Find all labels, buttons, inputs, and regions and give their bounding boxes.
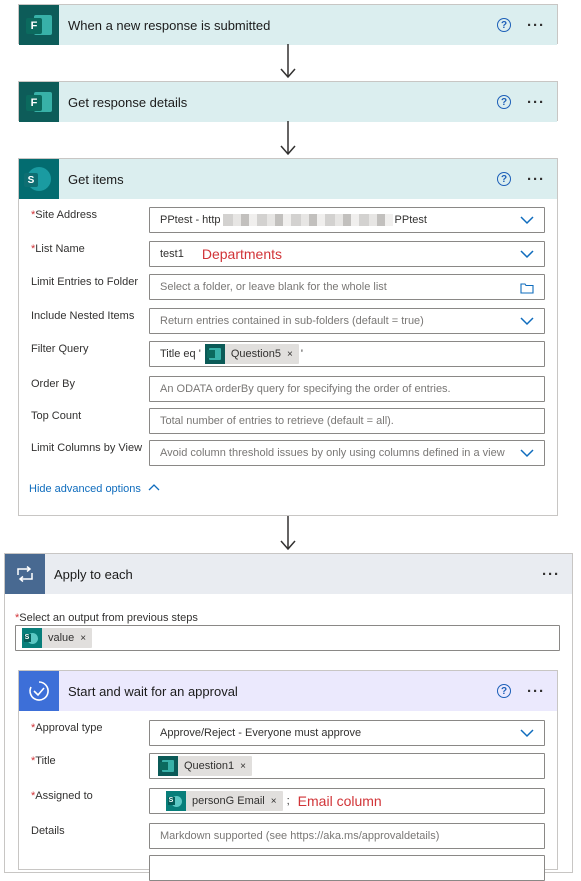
help-icon[interactable]: ? [497, 684, 511, 698]
assigned-to-label: *Assigned to [31, 790, 93, 802]
top-count-row: Top Count Total number of entries to ret… [19, 408, 557, 434]
limit-folder-row: Limit Entries to Folder Select a folder,… [19, 274, 557, 300]
trigger-title: When a new response is submitted [68, 17, 271, 33]
departments-annotation: Departments [201, 246, 283, 262]
assigned-to-field[interactable]: personG Email × ; Email column [149, 788, 545, 814]
more-options-button[interactable]: ··· [525, 171, 547, 188]
details-label: Details [31, 825, 65, 837]
details-row: Details Markdown supported (see https://… [19, 823, 557, 849]
more-options-button[interactable]: ··· [525, 17, 547, 34]
arrow-down-icon [280, 44, 296, 79]
chevron-up-icon [148, 484, 160, 491]
limit-view-row: Limit Columns by View Avoid column thres… [19, 440, 557, 466]
remove-token-icon[interactable]: × [80, 633, 86, 644]
filter-query-label: Filter Query [31, 343, 89, 355]
more-options-button[interactable]: ··· [540, 566, 562, 583]
approval-icon [19, 671, 59, 711]
list-name-row: *List Name test1 Departments [19, 241, 557, 267]
trigger-header[interactable]: F When a new response is submitted ? ··· [19, 5, 557, 45]
help-icon[interactable]: ? [497, 18, 511, 32]
question5-token[interactable]: Question5 × [204, 344, 299, 364]
trigger-card: F When a new response is submitted ? ··· [18, 4, 558, 45]
chevron-down-icon [520, 216, 534, 225]
list-name-label: *List Name [31, 243, 85, 255]
help-icon[interactable]: ? [497, 95, 511, 109]
list-name-dropdown[interactable]: test1 Departments [149, 241, 545, 267]
get-items-title: Get items [68, 171, 124, 187]
sharepoint-icon [166, 791, 186, 811]
apply-to-each-title: Apply to each [54, 566, 133, 582]
loop-icon [5, 554, 45, 594]
redacted-url [222, 214, 393, 226]
forms-icon: F [19, 82, 59, 122]
response-details-header[interactable]: F Get response details ? ··· [19, 82, 557, 122]
order-by-row: Order By An ODATA orderBy query for spec… [19, 376, 557, 402]
email-column-annotation: Email column [297, 793, 382, 809]
nested-items-label: Include Nested Items [31, 310, 135, 322]
approval-title-row: *Title Question1 × [19, 753, 557, 779]
approval-header[interactable]: Start and wait for an approval ? ··· [19, 671, 557, 711]
get-items-card: S Get items ? ··· *Site Address PPtest -… [18, 158, 558, 516]
arrow-down-icon [280, 121, 296, 156]
arrow-down-icon [280, 516, 296, 551]
filter-query-row: Filter Query Title eq ' Question5 × ' [19, 341, 557, 367]
chevron-down-icon [520, 317, 534, 326]
remove-token-icon[interactable]: × [287, 349, 293, 360]
hide-advanced-options-link[interactable]: Hide advanced options [29, 483, 160, 495]
approval-type-label: *Approval type [31, 722, 103, 734]
sharepoint-icon [22, 628, 42, 648]
order-by-label: Order By [31, 378, 76, 390]
approval-type-row: *Approval type Approve/Reject - Everyone… [19, 720, 557, 746]
select-output-field[interactable]: value × [15, 625, 560, 651]
chevron-down-icon [520, 729, 534, 738]
chevron-down-icon [520, 250, 534, 259]
limit-folder-field[interactable]: Select a folder, or leave blank for the … [149, 274, 545, 300]
approval-title-label: *Title [31, 755, 56, 767]
response-details-card: F Get response details ? ··· [18, 81, 558, 122]
get-items-header[interactable]: S Get items ? ··· [19, 159, 557, 199]
more-options-button[interactable]: ··· [525, 94, 547, 111]
more-options-button[interactable]: ··· [525, 683, 547, 700]
approval-card: Start and wait for an approval ? ··· *Ap… [18, 670, 558, 881]
apply-to-each-header[interactable]: Apply to each ··· [5, 554, 572, 594]
response-details-title: Get response details [68, 94, 188, 110]
filter-query-field[interactable]: Title eq ' Question5 × ' [149, 341, 545, 367]
top-count-field[interactable]: Total number of entries to retrieve (def… [149, 408, 545, 434]
nested-items-row: Include Nested Items Return entries cont… [19, 308, 557, 334]
approval-type-dropdown[interactable]: Approve/Reject - Everyone must approve [149, 720, 545, 746]
approval-title-field[interactable]: Question1 × [149, 753, 545, 779]
select-output-label: *Select an output from previous steps [15, 612, 198, 624]
value-token[interactable]: value × [22, 628, 93, 648]
forms-icon: F [19, 5, 59, 45]
limit-folder-label: Limit Entries to Folder [31, 276, 138, 288]
folder-icon[interactable] [520, 282, 534, 294]
remove-token-icon[interactable]: × [271, 796, 277, 807]
details-field[interactable]: Markdown supported (see https://aka.ms/a… [149, 823, 545, 849]
forms-icon [204, 344, 225, 364]
top-count-label: Top Count [31, 410, 82, 422]
limit-view-dropdown[interactable]: Avoid column threshold issues by only us… [149, 440, 545, 466]
remove-token-icon[interactable]: × [240, 761, 246, 772]
persong-email-token[interactable]: personG Email × [166, 791, 283, 811]
nested-items-dropdown[interactable]: Return entries contained in sub-folders … [149, 308, 545, 334]
site-address-row: *Site Address PPtest - http PPtest [19, 207, 557, 233]
order-by-field[interactable]: An ODATA orderBy query for specifying th… [149, 376, 545, 402]
site-address-label: *Site Address [31, 209, 98, 221]
site-address-dropdown[interactable]: PPtest - http PPtest [149, 207, 545, 233]
sharepoint-icon: S [19, 159, 59, 199]
approval-title: Start and wait for an approval [68, 683, 238, 699]
question1-token[interactable]: Question1 × [158, 756, 252, 776]
chevron-down-icon [520, 449, 534, 458]
forms-icon [158, 756, 178, 776]
help-icon[interactable]: ? [497, 172, 511, 186]
assigned-to-row: *Assigned to personG Email × ; Email col… [19, 788, 557, 814]
limit-view-label: Limit Columns by View [31, 442, 143, 454]
